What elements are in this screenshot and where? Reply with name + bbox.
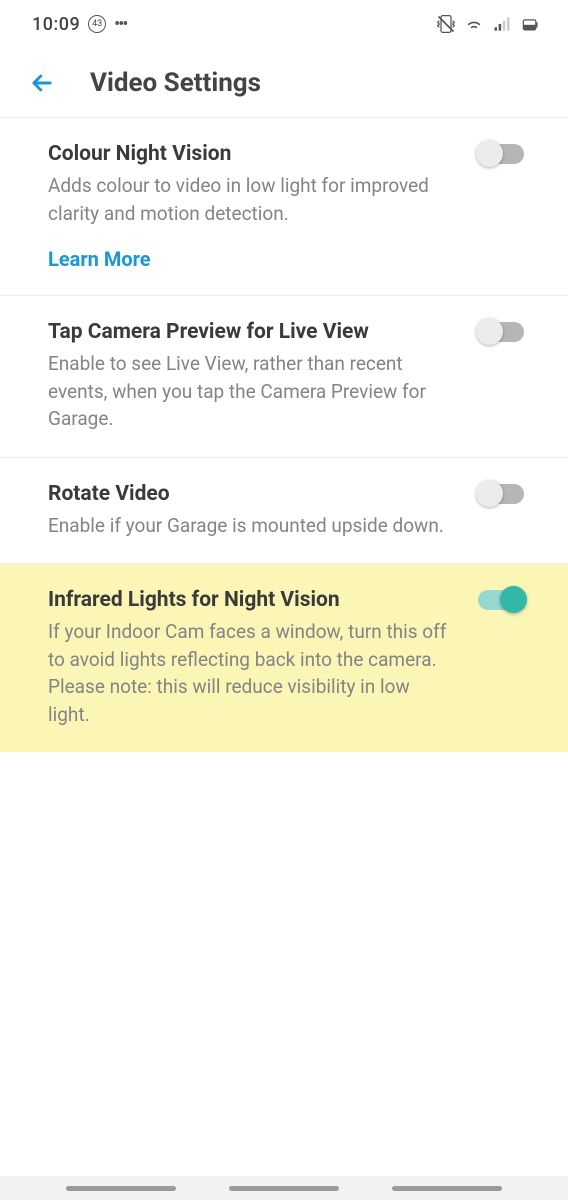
toggle-knob <box>476 318 503 345</box>
item-title: Infrared Lights for Night Vision <box>48 588 454 612</box>
toggle-switch[interactable] <box>478 590 524 610</box>
toggle-switch[interactable] <box>478 484 524 504</box>
back-button[interactable] <box>18 59 66 107</box>
notification-count-badge: 43 <box>88 15 106 33</box>
status-left: 10:09 43 ••• <box>32 14 126 35</box>
system-nav-bar <box>0 1176 568 1200</box>
item-title: Rotate Video <box>48 482 454 506</box>
back-arrow-icon <box>28 69 56 97</box>
toggle-switch[interactable] <box>478 144 524 164</box>
status-bar: 10:09 43 ••• <box>0 0 568 48</box>
item-title: Colour Night Vision <box>48 142 454 166</box>
item-text: Rotate Video Enable if your Garage is mou… <box>48 482 454 540</box>
toggle-knob <box>500 586 527 613</box>
item-text: Colour Night Vision Adds colour to video … <box>48 142 454 271</box>
settings-item: Infrared Lights for Night Vision If your … <box>0 564 568 752</box>
item-description: Enable if your Garage is mounted upside … <box>48 512 454 540</box>
battery-icon <box>520 14 540 34</box>
item-description: If your Indoor Cam faces a window, turn … <box>48 618 454 728</box>
toggle-knob <box>476 480 503 507</box>
status-right <box>436 14 540 34</box>
item-title: Tap Camera Preview for Live View <box>48 320 454 344</box>
settings-list: Colour Night Vision Adds colour to video … <box>0 118 568 752</box>
toggle-knob <box>476 140 503 167</box>
recents-button[interactable] <box>66 1186 176 1191</box>
settings-item: Tap Camera Preview for Live View Enable t… <box>0 296 568 458</box>
learn-more-link[interactable]: Learn More <box>48 247 151 271</box>
item-text: Tap Camera Preview for Live View Enable t… <box>48 320 454 433</box>
wifi-icon <box>464 14 484 34</box>
toggle-switch[interactable] <box>478 322 524 342</box>
page-title: Video Settings <box>90 68 261 98</box>
item-description: Enable to see Live View, rather than rec… <box>48 350 454 433</box>
settings-item: Rotate Video Enable if your Garage is mou… <box>0 458 568 565</box>
header: Video Settings <box>0 48 568 118</box>
signal-icon <box>492 14 512 34</box>
status-time: 10:09 <box>32 14 80 35</box>
item-description: Adds colour to video in low light for im… <box>48 172 454 227</box>
item-text: Infrared Lights for Night Vision If your … <box>48 588 454 728</box>
vibrate-icon <box>436 14 456 34</box>
home-button[interactable] <box>229 1186 339 1191</box>
back-nav-button[interactable] <box>392 1186 502 1191</box>
more-dots-icon: ••• <box>114 14 126 35</box>
settings-item: Colour Night Vision Adds colour to video … <box>0 118 568 296</box>
